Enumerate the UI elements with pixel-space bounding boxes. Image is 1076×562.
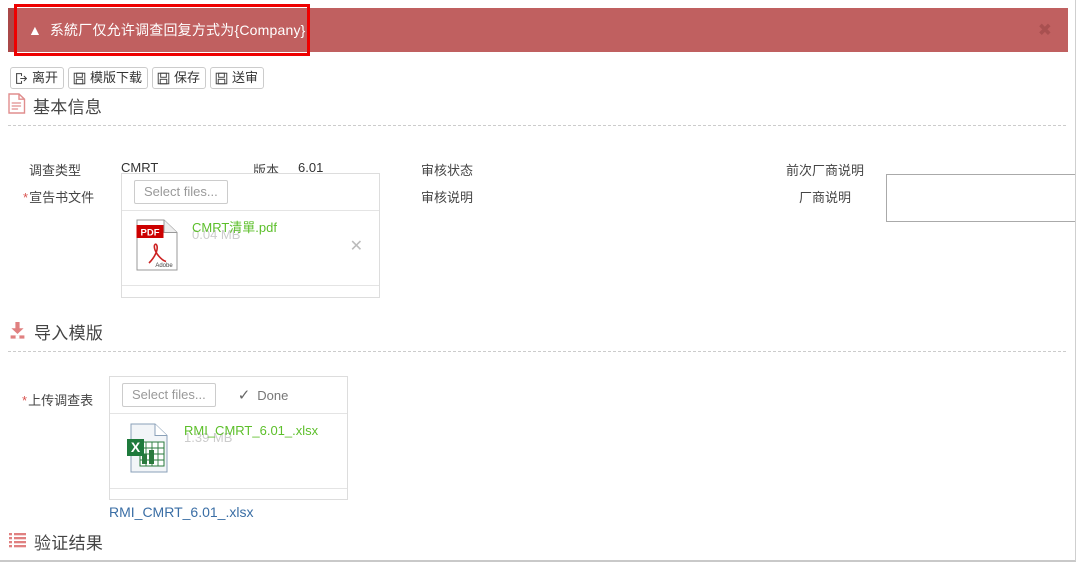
template-download-button-label: 模版下载 <box>90 70 143 85</box>
svg-text:X: X <box>131 439 141 455</box>
file-meta: 1.39 MB RMI_CMRT_6.01_.xlsx <box>184 423 318 445</box>
save-icon <box>215 72 228 85</box>
file-name[interactable]: CMRT清單.pdf <box>192 220 277 235</box>
vendor-note-label: 厂商说明 <box>799 190 852 205</box>
declaration-file-uploader: Select files... PDF Adobe 0.04 MB CMRT清單… <box>121 173 380 298</box>
audit-status-label: 审核状态 <box>421 163 474 178</box>
section-divider <box>8 125 1066 126</box>
section-basic-info: 基本信息 <box>8 92 1066 126</box>
leave-button-label: 离开 <box>32 70 59 85</box>
section-basic-info-title: 基本信息 <box>33 97 103 117</box>
survey-form-page: ▲ 系統厂仅允许调查回复方式为{Company} ✖ 离开 模版下载 保存 送审… <box>0 0 1076 562</box>
toolbar: 离开 模版下载 保存 送审 <box>10 67 265 89</box>
check-icon: ✓ <box>237 386 251 404</box>
section-validation-result: 验证结果 <box>8 528 1066 554</box>
uploaded-file-row: PDF Adobe 0.04 MB CMRT清單.pdf ✕ <box>122 211 379 285</box>
remove-file-icon[interactable]: ✕ <box>350 239 363 255</box>
select-files-button[interactable]: Select files... <box>134 180 228 204</box>
pdf-file-icon: PDF Adobe <box>136 219 178 274</box>
upload-survey-label: *上传调查表 <box>22 390 93 409</box>
section-validation-result-header: 验证结果 <box>8 528 1066 554</box>
save-button-label: 保存 <box>174 70 201 85</box>
download-icon <box>8 320 27 343</box>
close-icon[interactable]: ✖ <box>1038 22 1052 39</box>
previous-vendor-note-label: 前次厂商说明 <box>786 163 865 178</box>
template-download-button[interactable]: 模版下载 <box>68 67 149 89</box>
svg-text:Adobe: Adobe <box>155 263 173 269</box>
declaration-uploader-toolbar: Select files... <box>122 174 379 211</box>
leave-button[interactable]: 离开 <box>10 67 65 89</box>
uploaded-file-row: X 1.39 MB RMI_CMRT_6.01_.xlsx <box>110 414 347 488</box>
logout-icon <box>15 72 28 85</box>
survey-type-label: 调查类型 <box>29 163 82 178</box>
uploader-footer <box>122 285 379 294</box>
section-basic-info-header: 基本信息 <box>8 92 1066 118</box>
download-file-link[interactable]: RMI_CMRT_6.01_.xlsx <box>109 504 253 520</box>
select-files-button[interactable]: Select files... <box>122 383 216 407</box>
required-marker: * <box>22 393 28 408</box>
save-button[interactable]: 保存 <box>152 67 207 89</box>
section-divider <box>8 351 1066 352</box>
uploader-footer <box>110 488 347 497</box>
alert-message: 系統厂仅允许调查回复方式为{Company} <box>49 22 306 38</box>
alert-banner: ▲ 系統厂仅允许调查回复方式为{Company} ✖ <box>8 8 1068 52</box>
submit-for-review-button[interactable]: 送审 <box>210 67 265 89</box>
survey-uploader-toolbar: Select files... ✓ Done <box>110 377 347 414</box>
section-import-template: 导入模版 <box>8 318 1066 352</box>
save-icon <box>73 72 86 85</box>
list-icon <box>8 531 27 552</box>
declaration-file-label-text: 宣告书文件 <box>29 190 95 205</box>
warning-triangle-icon: ▲ <box>28 22 42 38</box>
audit-note-label: 审核说明 <box>421 190 474 205</box>
file-name[interactable]: RMI_CMRT_6.01_.xlsx <box>184 423 318 438</box>
section-import-template-title: 导入模版 <box>34 323 104 343</box>
upload-survey-label-text: 上传调查表 <box>28 393 94 408</box>
survey-file-uploader: Select files... ✓ Done X 1.39 MB RMI_CMR… <box>109 376 348 500</box>
declaration-file-label: *宣告书文件 <box>23 187 94 206</box>
file-meta: 0.04 MB CMRT清單.pdf <box>192 220 277 242</box>
upload-status-label: Done <box>257 387 289 403</box>
upload-status: ✓ Done <box>238 388 289 403</box>
vendor-note-textarea[interactable] <box>886 174 1075 222</box>
svg-text:PDF: PDF <box>141 227 160 238</box>
required-marker: * <box>23 190 29 205</box>
section-import-template-header: 导入模版 <box>8 318 1066 344</box>
save-icon <box>157 72 170 85</box>
section-validation-result-title: 验证结果 <box>34 533 104 553</box>
excel-file-icon: X <box>124 422 170 477</box>
document-icon <box>8 93 26 117</box>
submit-for-review-button-label: 送审 <box>232 70 259 85</box>
